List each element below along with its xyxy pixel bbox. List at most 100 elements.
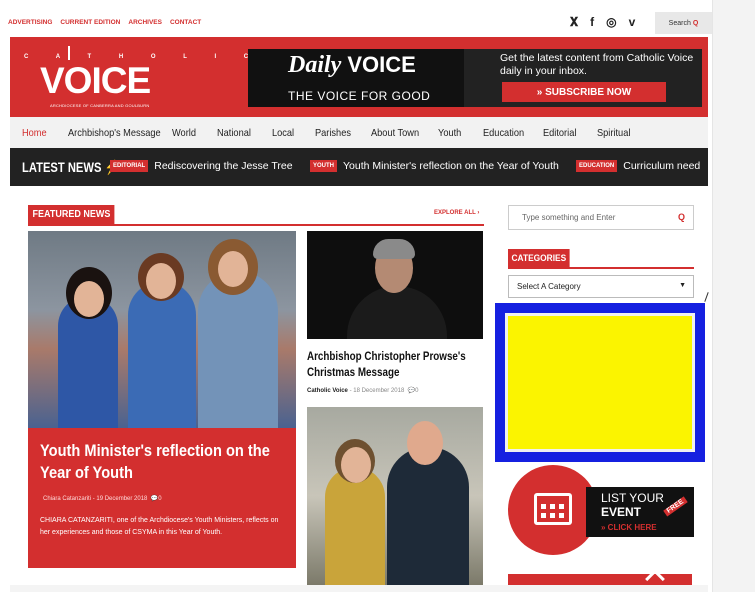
facebook-icon[interactable]: f [590, 15, 594, 30]
ad-yellow-area [505, 313, 695, 452]
image-face [407, 421, 443, 465]
top-link-current-edition[interactable]: CURRENT EDITION [60, 19, 120, 26]
second-article-image[interactable] [307, 231, 483, 339]
top-links: ADVERTISING CURRENT EDITION ARCHIVES CON… [8, 19, 201, 26]
nav-item-editorial[interactable]: Editorial [543, 127, 591, 139]
featured-main-byline: Chiara Catanzariti - 19 December 2018 [43, 496, 148, 502]
second-article-headline[interactable]: Archbishop Christopher Prowse's Christma… [307, 348, 471, 380]
daily-voice-tagline: THE VOICE FOR GOOD [288, 89, 431, 103]
explore-all-link[interactable]: EXPLORE ALL › [434, 210, 479, 216]
image-person [387, 447, 469, 585]
comment-icon: 💬 [407, 388, 416, 394]
nav-item-local[interactable]: Local [272, 127, 310, 139]
category-select[interactable]: Select A Category ▼ [508, 275, 694, 298]
nav-item-world[interactable]: World [172, 127, 212, 139]
featured-main-meta: Chiara Catanzariti - 19 December 2018 💬0 [43, 495, 162, 502]
ticker-label-text: LATEST NEWS [22, 159, 102, 175]
event-line1: LIST YOUR [601, 491, 664, 505]
third-article-image[interactable] [307, 407, 483, 585]
ticker-badge: YOUTH [310, 160, 337, 172]
image-hair [373, 239, 415, 259]
image-person [128, 281, 196, 428]
ticker-item[interactable]: EDITORIAL Rediscovering the Jesse Tree [110, 160, 293, 172]
chevron-right-icon: › [477, 210, 480, 216]
nav-item-education[interactable]: Education [483, 127, 536, 139]
nav-item-about-town[interactable]: About Town [371, 127, 430, 139]
featured-main-image[interactable] [28, 231, 296, 428]
image-person [347, 286, 447, 339]
categories-title: CATEGORIES [508, 249, 570, 268]
ad-placeholder[interactable] [495, 303, 705, 462]
instagram-icon[interactable]: ◎ [606, 15, 616, 30]
page: ADVERTISING CURRENT EDITION ARCHIVES CON… [0, 0, 755, 592]
ticker-headline: Youth Minister's reflection on the Year … [343, 160, 559, 172]
vimeo-icon[interactable]: v [629, 15, 636, 30]
promo-text: Get the latest content from Catholic Voi… [500, 52, 694, 77]
event-band: LIST YOUR EVENT » CLICK HERE [586, 487, 694, 537]
list-your-event-banner[interactable]: LIST YOUR EVENT » CLICK HERE FREE [508, 465, 694, 555]
event-circle [508, 465, 598, 555]
ticker-badge: EDUCATION [576, 160, 618, 172]
chevron-down-icon: ▼ [679, 282, 686, 289]
featured-main-headline[interactable]: Youth Minister's reflection on the Year … [40, 440, 288, 484]
subscribe-button[interactable]: » SUBSCRIBE NOW [502, 82, 666, 102]
ticker-item[interactable]: YOUTH Youth Minister's reflection on the… [310, 160, 559, 172]
top-search-button[interactable]: Search Q [655, 12, 712, 34]
nav-item-spiritual[interactable]: Spiritual [597, 127, 641, 139]
nav-item-archbishops-message[interactable]: Archbishop's Message [68, 127, 161, 139]
nav-item-parishes[interactable]: Parishes [315, 127, 364, 139]
main-nav: Home Archbishop's Message World National… [10, 117, 708, 148]
sidebar-search-placeholder: Type something and Enter [522, 213, 616, 222]
featured-divider [28, 224, 484, 226]
featured-main-card[interactable]: Youth Minister's reflection on the Year … [28, 428, 296, 568]
daily-voice-banner[interactable]: Daily VOICE THE VOICE FOR GOOD [248, 49, 464, 107]
top-bar: ADVERTISING CURRENT EDITION ARCHIVES CON… [0, 0, 712, 37]
top-link-contact[interactable]: CONTACT [170, 19, 201, 26]
twitter-icon[interactable]: 𝚾 [570, 15, 578, 30]
nav-item-youth[interactable]: Youth [438, 127, 478, 139]
search-icon[interactable]: Q [678, 212, 685, 222]
second-article-date: 18 December 2018 [353, 388, 405, 394]
featured-main-comments: 0 [158, 496, 162, 502]
subscribe-promo: Get the latest content from Catholic Voi… [464, 49, 702, 107]
social-links: 𝚾 f ◎ v [570, 15, 635, 30]
browser-gutter [712, 0, 755, 592]
nav-item-home[interactable]: Home [22, 127, 62, 139]
latest-news-ticker: LATEST NEWS ⚡ EDITORIAL Rediscovering th… [10, 148, 708, 186]
ticker-label: LATEST NEWS ⚡ [22, 159, 119, 176]
second-article-author[interactable]: Catholic Voice [307, 388, 348, 394]
sidebar-search-input[interactable]: Type something and Enter Q [508, 205, 694, 230]
categories-divider [508, 267, 694, 269]
nav-item-national[interactable]: National [217, 127, 265, 139]
ticker-item[interactable]: EDUCATION Curriculum need [576, 160, 700, 172]
event-line2: EVENT [601, 505, 642, 519]
logo-sub-text: ARCHDIOCESE OF CANBERRA AND GOULBURN [50, 103, 150, 108]
calendar-icon [534, 493, 572, 525]
image-face [341, 447, 371, 483]
daily-voice-brand: Daily VOICE [288, 52, 416, 79]
image-person [198, 271, 278, 428]
cursor-mark [704, 292, 709, 302]
image-face [218, 251, 248, 287]
category-select-value: Select A Category [517, 282, 581, 291]
featured-news-title: FEATURED NEWS [28, 205, 115, 225]
logo-cross-icon [68, 46, 70, 60]
footer-strip [10, 585, 708, 592]
ticker-headline: Rediscovering the Jesse Tree [154, 160, 293, 172]
daily-voice-brand-voice: VOICE [347, 52, 416, 77]
featured-main-excerpt: CHIARA CATANZARITI, one of the Archdioce… [40, 517, 279, 536]
search-icon: Q [692, 19, 699, 27]
explore-all-label: EXPLORE ALL [434, 210, 476, 216]
top-link-archives[interactable]: ARCHIVES [128, 19, 162, 26]
daily-voice-brand-daily: Daily [288, 52, 342, 78]
event-click-here[interactable]: » CLICK HERE [601, 523, 657, 532]
second-article-meta: Catholic Voice - 18 December 2018 💬0 [307, 387, 418, 394]
sidebar-bottom-banner[interactable] [508, 569, 692, 589]
ticker-headline: Curriculum need [623, 160, 701, 172]
ticker-badge: EDITORIAL [110, 160, 149, 172]
second-article-comments: 0 [415, 388, 419, 394]
top-link-advertising[interactable]: ADVERTISING [8, 19, 52, 26]
image-face [146, 263, 176, 299]
site-header: C A T H O L I C VOICE ARCHDIOCESE OF CAN… [10, 37, 708, 117]
logo-main-text: VOICE [40, 60, 151, 101]
